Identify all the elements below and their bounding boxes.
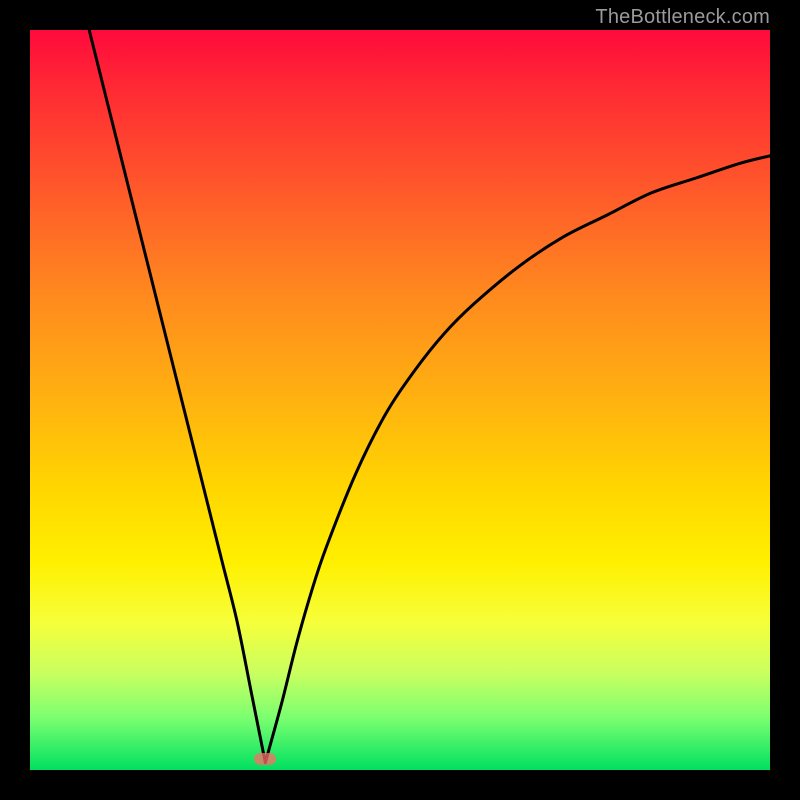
chart-container: TheBottleneck.com <box>0 0 800 800</box>
watermark-text: TheBottleneck.com <box>595 6 770 29</box>
bottleneck-curve <box>89 30 770 763</box>
curve-svg <box>30 30 770 770</box>
minimum-marker <box>254 753 276 765</box>
plot-area <box>30 30 770 770</box>
